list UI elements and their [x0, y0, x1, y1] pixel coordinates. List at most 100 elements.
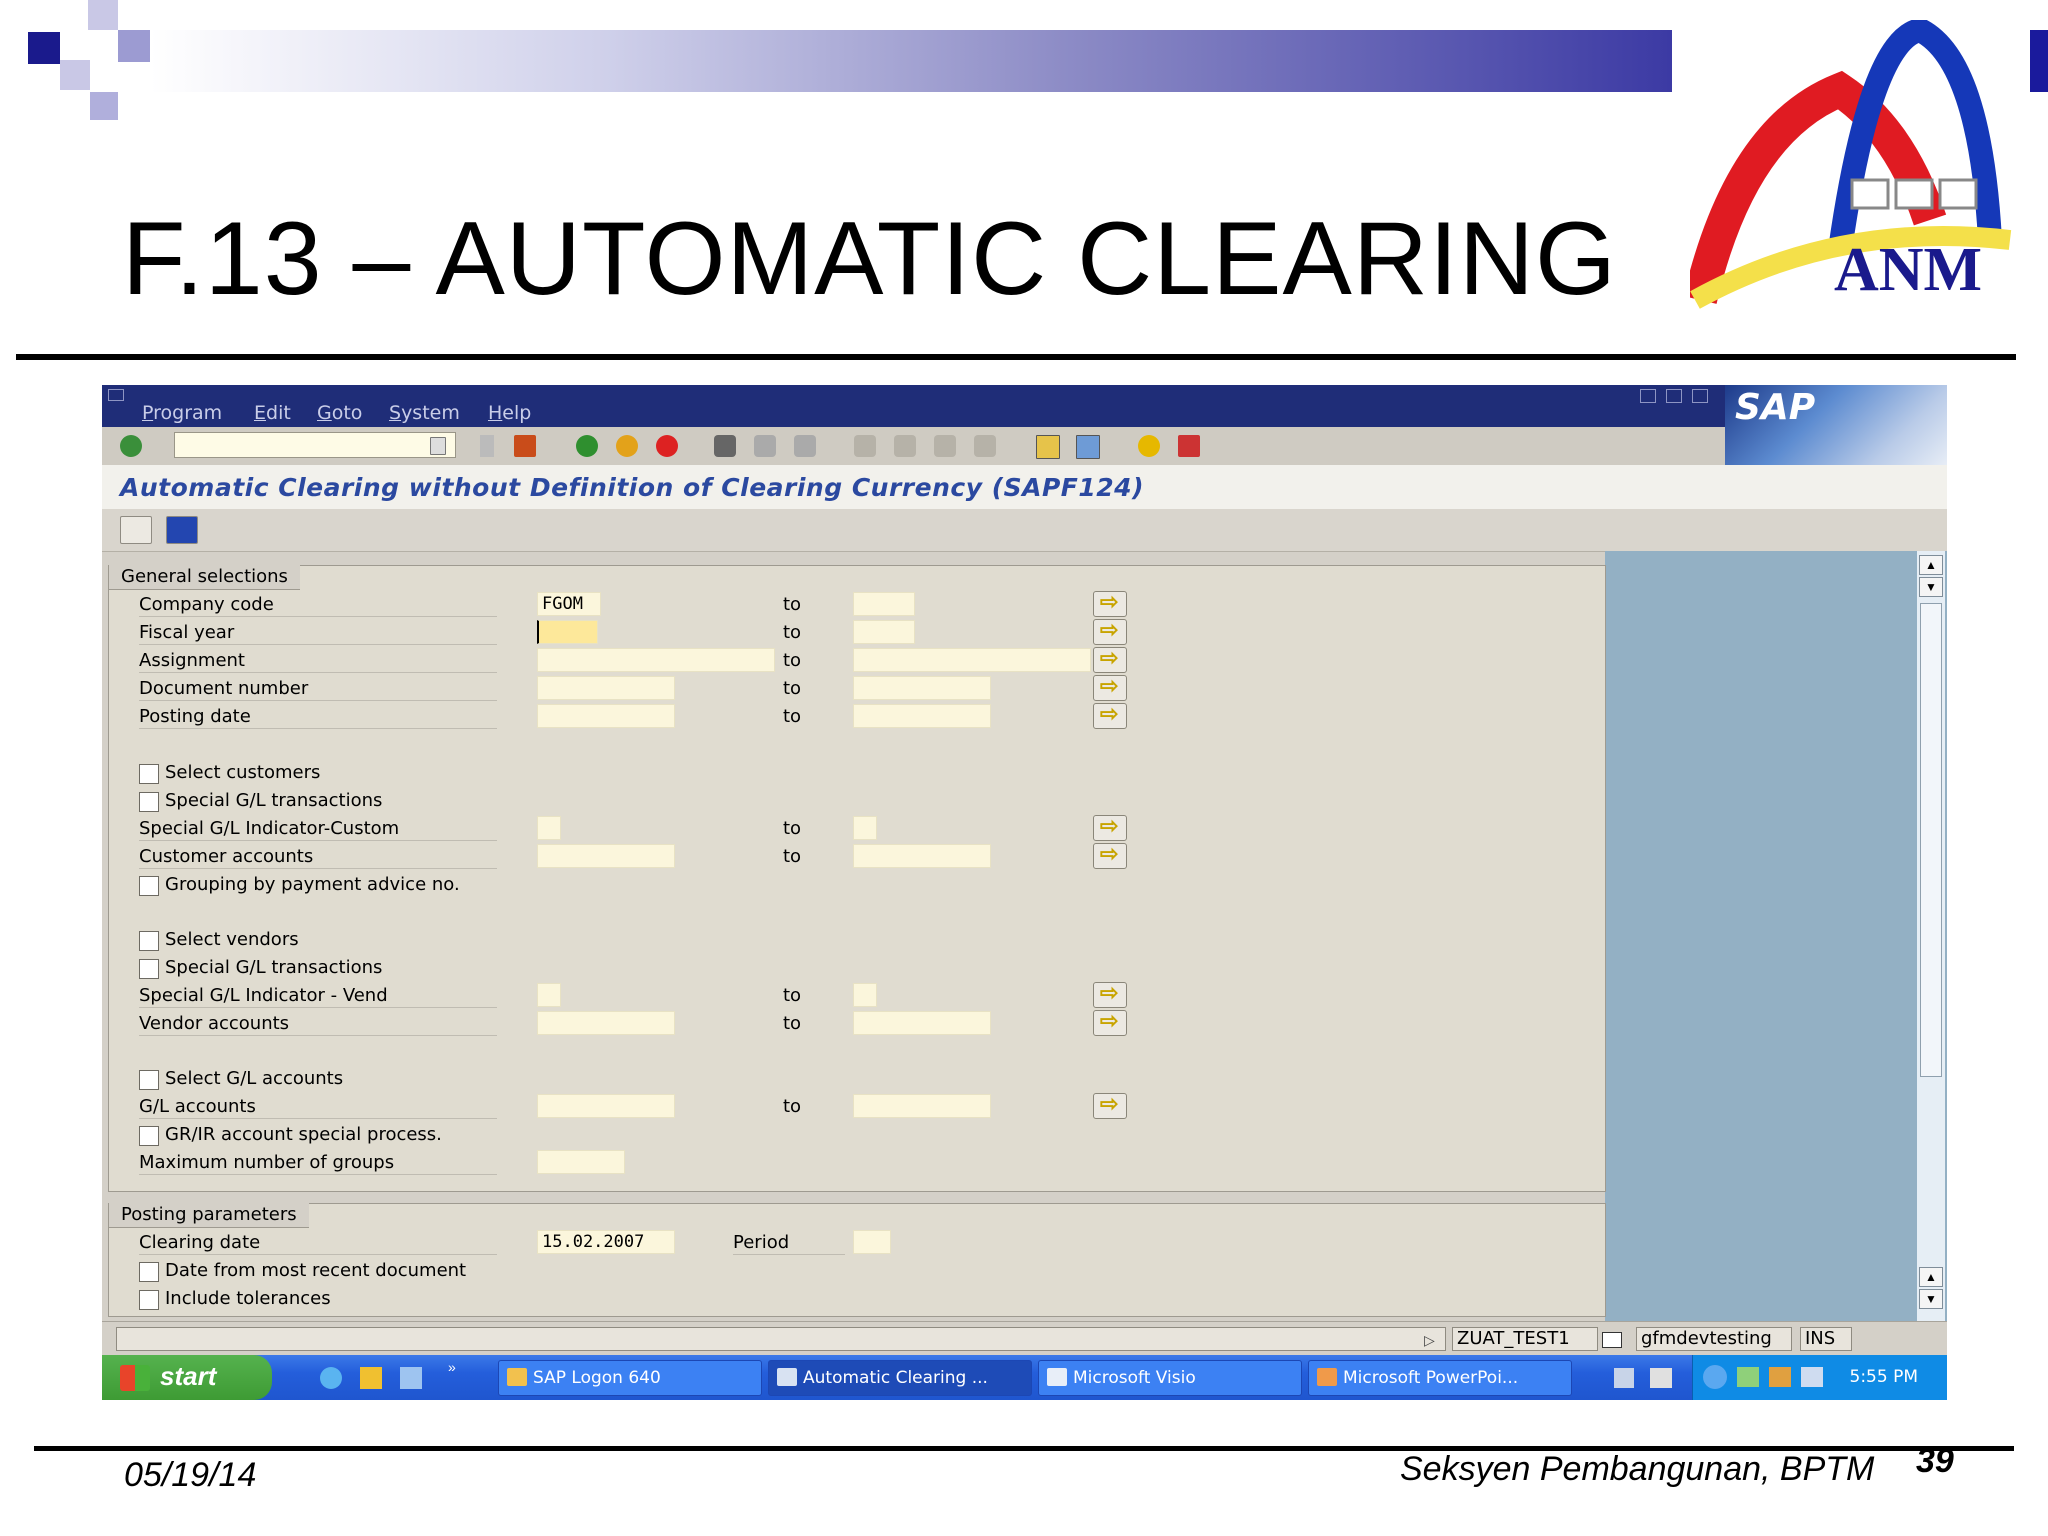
select-gl-checkbox[interactable]: [139, 1070, 159, 1090]
select-vendors-checkbox[interactable]: [139, 931, 159, 951]
menu-goto[interactable]: Goto: [317, 402, 362, 424]
max-groups-field[interactable]: [537, 1150, 625, 1174]
menu-program[interactable]: Program: [142, 402, 222, 424]
network-icon[interactable]: [1737, 1367, 1759, 1387]
clearing-date-field[interactable]: 15.02.2007: [537, 1230, 675, 1254]
multiple-selection-button[interactable]: [1093, 589, 1127, 617]
new-session-icon[interactable]: [1036, 435, 1060, 459]
vendor-accounts-to[interactable]: [853, 1011, 991, 1035]
enter-check-icon[interactable]: [120, 435, 142, 457]
minimize-icon[interactable]: [1640, 389, 1656, 403]
fiscal-year-from[interactable]: [537, 620, 598, 644]
find-next-icon[interactable]: [794, 435, 816, 457]
grir-checkbox[interactable]: [139, 1126, 159, 1146]
gl-accounts-from[interactable]: [537, 1094, 675, 1118]
grouping-checkbox[interactable]: [139, 876, 159, 896]
vertical-scrollbar[interactable]: ▲ ▼ ▲ ▼: [1917, 551, 1945, 1321]
menu-system[interactable]: System: [389, 402, 460, 424]
multiple-selection-button[interactable]: [1093, 645, 1127, 673]
special-gl-ind-vend-from[interactable]: [537, 983, 561, 1007]
outlook-icon[interactable]: [360, 1367, 382, 1389]
customer-accounts-to[interactable]: [853, 844, 991, 868]
taskbar-item-sap-logon[interactable]: SAP Logon 640: [498, 1360, 762, 1396]
include-tolerances-checkbox[interactable]: [139, 1290, 159, 1310]
taskbar-item-powerpoint[interactable]: Microsoft PowerPoi...: [1308, 1360, 1572, 1396]
date-recent-checkbox[interactable]: [139, 1262, 159, 1282]
posting-date-from[interactable]: [537, 704, 675, 728]
monitor-icon[interactable]: [1650, 1368, 1672, 1388]
vendor-accounts-from[interactable]: [537, 1011, 675, 1035]
back-triangle-icon[interactable]: [480, 435, 494, 457]
taskbar-item-visio[interactable]: Microsoft Visio: [1038, 1360, 1302, 1396]
customer-accounts-from[interactable]: [537, 844, 675, 868]
security-icon[interactable]: [1769, 1367, 1791, 1387]
overflow-chevron-icon[interactable]: »: [448, 1359, 456, 1375]
display-icon[interactable]: [1801, 1367, 1823, 1387]
exit-icon[interactable]: [616, 435, 638, 457]
restore-icon[interactable]: [1666, 389, 1682, 403]
scroll-thumb[interactable]: [1920, 603, 1942, 1077]
label-underline: [139, 644, 497, 645]
period-field[interactable]: [853, 1230, 891, 1254]
scroll-bottom-icon[interactable]: ▼: [1919, 1289, 1943, 1309]
last-page-icon[interactable]: [974, 435, 996, 457]
special-gl-vend-checkbox[interactable]: [139, 959, 159, 979]
close-icon[interactable]: [1692, 389, 1708, 403]
assignment-to[interactable]: [853, 648, 1091, 672]
prev-page-icon[interactable]: [894, 435, 916, 457]
execute-icon[interactable]: [120, 516, 152, 544]
multiple-selection-button[interactable]: [1093, 1091, 1127, 1119]
menu-help[interactable]: Help: [488, 402, 531, 424]
browser-icon[interactable]: [400, 1367, 422, 1389]
to-label: to: [783, 1013, 802, 1034]
ie-icon[interactable]: [320, 1367, 342, 1389]
tool-icon[interactable]: [1614, 1368, 1634, 1388]
command-field[interactable]: [174, 432, 456, 458]
menu-edit[interactable]: Edit: [254, 402, 291, 424]
scroll-up-icon[interactable]: ▼: [1919, 577, 1943, 597]
shortcut-icon[interactable]: [1076, 435, 1100, 459]
server-list-icon[interactable]: [1602, 1332, 1622, 1348]
special-gl-ind-cust-from[interactable]: [537, 816, 561, 840]
label-underline: [139, 616, 497, 617]
status-expand-icon[interactable]: ▷: [1424, 1332, 1435, 1349]
find-icon[interactable]: [754, 435, 776, 457]
multiple-selection-button[interactable]: [1093, 617, 1127, 645]
cancel-icon[interactable]: [656, 435, 678, 457]
document-number-from[interactable]: [537, 676, 675, 700]
customer-accounts-label: Customer accounts: [139, 846, 314, 867]
multiple-selection-button[interactable]: [1093, 980, 1127, 1008]
layout-menu-icon[interactable]: [1178, 435, 1200, 457]
multiple-selection-button[interactable]: [1093, 701, 1127, 729]
multiple-selection-button[interactable]: [1093, 673, 1127, 701]
special-gl-ind-vend-to[interactable]: [853, 983, 877, 1007]
info-icon[interactable]: [166, 516, 198, 544]
help-icon[interactable]: [1138, 435, 1160, 457]
scroll-top-icon[interactable]: ▲: [1919, 555, 1943, 575]
company-code-to[interactable]: [853, 592, 915, 616]
company-code-from[interactable]: FGOM: [537, 592, 601, 616]
gl-accounts-to[interactable]: [853, 1094, 991, 1118]
posting-date-to[interactable]: [853, 704, 991, 728]
start-button[interactable]: start: [102, 1355, 272, 1400]
special-gl-ind-cust-to[interactable]: [853, 816, 877, 840]
taskbar-item-automatic-clearing[interactable]: Automatic Clearing ...: [768, 1360, 1032, 1396]
save-icon[interactable]: [514, 435, 536, 457]
scroll-down-icon[interactable]: ▲: [1919, 1267, 1943, 1287]
multiple-selection-button[interactable]: [1093, 813, 1127, 841]
window-menu-icon[interactable]: [108, 389, 124, 401]
document-number-to[interactable]: [853, 676, 991, 700]
select-customers-checkbox[interactable]: [139, 764, 159, 784]
assignment-from[interactable]: [537, 648, 775, 672]
history-icon[interactable]: [430, 437, 446, 455]
multiple-selection-button[interactable]: [1093, 1008, 1127, 1036]
back-icon[interactable]: [576, 435, 598, 457]
tray-collapse-icon[interactable]: [1703, 1365, 1727, 1389]
special-gl-cust-checkbox[interactable]: [139, 792, 159, 812]
next-page-icon[interactable]: [934, 435, 956, 457]
print-icon[interactable]: [714, 435, 736, 457]
multiple-selection-button[interactable]: [1093, 841, 1127, 869]
status-bar: ▷ ZUAT_TEST1 gfmdevtesting INS: [102, 1321, 1947, 1356]
first-page-icon[interactable]: [854, 435, 876, 457]
fiscal-year-to[interactable]: [853, 620, 915, 644]
